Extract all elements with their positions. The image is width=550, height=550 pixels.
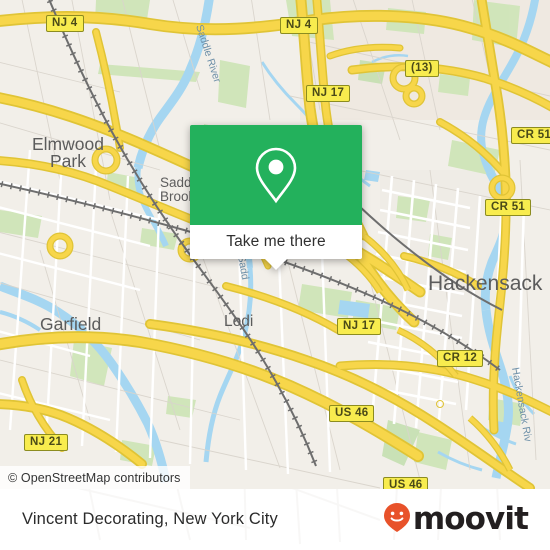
moovit-logo: moovit: [382, 501, 529, 538]
svg-text:Garfield: Garfield: [40, 314, 101, 334]
route-shield: US 46: [329, 405, 375, 422]
take-me-there-label: Take me there: [226, 233, 326, 250]
popup-tail: [265, 259, 287, 270]
route-shield-label: NJ 21: [30, 436, 63, 448]
location-popup-card[interactable]: Take me there: [190, 125, 362, 270]
svg-text:Park: Park: [50, 151, 86, 171]
route-shield-label: NJ 17: [343, 320, 376, 332]
moovit-wordmark: moovit: [412, 501, 529, 537]
osm-attribution: © OpenStreetMap contributors: [0, 466, 190, 489]
route-shield: NJ 17: [337, 318, 382, 335]
map-canvas[interactable]: Elmwood Park Saddle Brook Garfield Lodi …: [0, 0, 550, 489]
route-shield-label: NJ 4: [286, 19, 312, 31]
svg-text:Hackensack: Hackensack: [428, 272, 543, 295]
moovit-map-page: Elmwood Park Saddle Brook Garfield Lodi …: [0, 0, 550, 550]
footer-bar: Vincent Decorating, New York City moovit: [0, 489, 550, 550]
route-shield-label: CR 51: [491, 201, 526, 213]
svg-text:Lodi: Lodi: [224, 313, 253, 330]
route-shield: CR 12: [437, 350, 484, 367]
moovit-pin-smile-icon: [382, 501, 412, 538]
place-title: Vincent Decorating, New York City: [22, 510, 278, 528]
route-shield: CR 51: [511, 127, 550, 144]
popup-header: [190, 125, 362, 225]
take-me-there-button[interactable]: Take me there: [190, 225, 362, 259]
route-shield-label: NJ 4: [52, 17, 78, 29]
map-pin-icon: [253, 146, 299, 204]
route-shield: CR 51: [485, 199, 532, 216]
route-shield: US 46: [383, 477, 429, 489]
route-shield-label: CR 51: [517, 129, 550, 141]
route-shield-label: US 46: [389, 479, 423, 489]
route-shield-label: CR 12: [443, 352, 478, 364]
osm-attribution-text: © OpenStreetMap contributors: [8, 470, 181, 485]
route-shield: NJ 4: [46, 15, 84, 32]
route-shield-label: US 46: [335, 407, 369, 419]
route-shield: NJ 17: [306, 85, 351, 102]
route-shield: NJ 4: [280, 17, 318, 34]
route-shield-label: NJ 17: [312, 87, 345, 99]
route-shield-label: (13): [411, 62, 433, 74]
route-shield: (13): [405, 60, 439, 77]
route-shield: NJ 21: [24, 434, 69, 451]
